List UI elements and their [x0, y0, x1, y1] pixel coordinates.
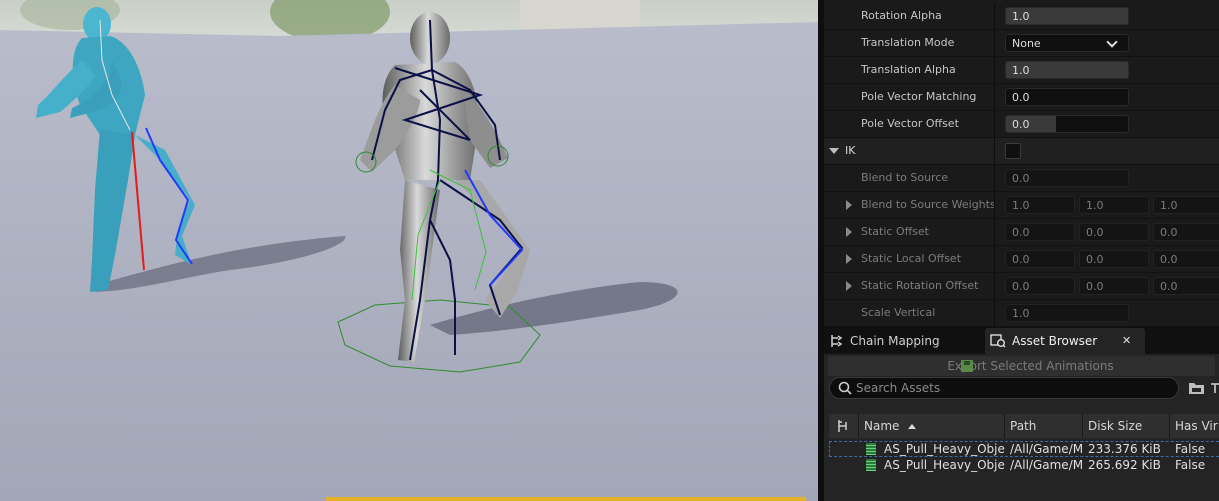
scale-vertical-field[interactable]: 1.0: [1005, 304, 1129, 322]
column-header-disk-size[interactable]: Disk Size: [1083, 414, 1170, 438]
static-offset-x-field[interactable]: 0.0: [1005, 223, 1075, 241]
ik-enable-checkbox[interactable]: [1005, 143, 1021, 159]
export-selected-animations-button[interactable]: Export Selected Animations: [828, 356, 1215, 376]
asset-has-virtual: False: [1175, 458, 1206, 472]
expand-arrow-icon[interactable]: [846, 254, 852, 264]
column-label: Disk Size: [1088, 419, 1143, 433]
tab-label: Chain Mapping: [850, 334, 940, 348]
static-local-offset-y-field[interactable]: 0.0: [1079, 250, 1149, 268]
property-row-static-rotation-offset: Static Rotation Offset 0.0 0.0 0.0: [824, 273, 1219, 300]
category-ik[interactable]: IK: [824, 138, 1219, 165]
expand-arrow-icon[interactable]: [829, 148, 839, 154]
static-offset-z-field[interactable]: 0.0: [1153, 223, 1219, 241]
pole-vector-offset-slider[interactable]: 0.0: [1005, 115, 1129, 133]
property-row-static-local-offset: Static Local Offset 0.0 0.0 0.0: [824, 246, 1219, 273]
tab-asset-browser[interactable]: Asset Browser ✕: [985, 328, 1145, 354]
property-row-blend-to-source: Blend to Source 0.0: [824, 165, 1219, 192]
property-row-pole-vector-matching: Pole Vector Matching 0.0: [824, 84, 1219, 111]
asset-disk-size: 233.376 KiB: [1088, 442, 1161, 456]
dropdown-value: None: [1012, 37, 1041, 50]
rotation-alpha-slider[interactable]: 1.0: [1005, 7, 1129, 25]
animation-sequence-icon: [866, 459, 876, 471]
tab-label: Asset Browser: [1012, 334, 1098, 348]
property-label: Translation Mode: [861, 36, 955, 49]
chain-mapping-icon: [831, 335, 843, 347]
close-icon[interactable]: ✕: [1122, 328, 1131, 354]
property-label: Pole Vector Matching: [861, 90, 977, 103]
sort-ascending-icon: [908, 424, 917, 429]
property-label: Translation Alpha: [861, 63, 956, 76]
property-label: Static Rotation Offset: [861, 279, 979, 292]
asset-name: AS_Pull_Heavy_Objec: [884, 458, 1005, 472]
viewport-scene: [0, 0, 818, 501]
column-options-header[interactable]: [829, 414, 859, 438]
property-label: Static Offset: [861, 225, 929, 238]
property-label: Blend to Source Weights: [861, 198, 996, 211]
search-icon: [838, 381, 852, 395]
table-row[interactable]: AS_Pull_Heavy_Objec /All/Game/M 233.376 …: [829, 441, 1219, 457]
property-row-translation-alpha: Translation Alpha 1.0: [824, 57, 1219, 84]
static-local-offset-z-field[interactable]: 0.0: [1153, 250, 1219, 268]
property-label: Pole Vector Offset: [861, 117, 959, 130]
static-rotation-offset-z-field[interactable]: 0.0: [1153, 277, 1219, 295]
property-label: Scale Vertical: [861, 306, 936, 319]
property-row-scale-vertical: Scale Vertical 1.0: [824, 300, 1219, 326]
static-rotation-offset-y-field[interactable]: 0.0: [1079, 277, 1149, 295]
column-label: Name: [864, 419, 900, 433]
column-label: Has Vir: [1175, 419, 1218, 433]
tab-chain-mapping[interactable]: Chain Mapping: [828, 328, 978, 354]
asset-browser-panel: Export Selected Animations Name Path Dis…: [824, 354, 1219, 501]
folder-icon[interactable]: [1188, 381, 1206, 395]
property-label: Blend to Source: [861, 171, 949, 184]
viewport[interactable]: [0, 0, 818, 501]
search-box[interactable]: [829, 377, 1179, 399]
expand-arrow-icon[interactable]: [846, 227, 852, 237]
weights-x-field[interactable]: 1.0: [1005, 196, 1075, 214]
property-row-translation-mode: Translation Mode None: [824, 30, 1219, 57]
asset-path: /All/Game/M: [1010, 442, 1083, 456]
weights-z-field[interactable]: 1.0: [1153, 196, 1219, 214]
static-local-offset-x-field[interactable]: 0.0: [1005, 250, 1075, 268]
static-offset-y-field[interactable]: 0.0: [1079, 223, 1149, 241]
save-icon: [961, 360, 973, 372]
chevron-down-icon: [1106, 36, 1118, 48]
table-row[interactable]: AS_Pull_Heavy_Objec /All/Game/M 265.692 …: [829, 457, 1219, 473]
column-options-icon: [838, 420, 847, 432]
property-row-static-offset: Static Offset 0.0 0.0 0.0: [824, 219, 1219, 246]
search-input[interactable]: [856, 379, 1156, 397]
property-row-rotation-alpha: Rotation Alpha 1.0: [824, 3, 1219, 30]
pole-vector-matching-field[interactable]: 0.0: [1005, 88, 1129, 106]
column-header-path[interactable]: Path: [1005, 414, 1083, 438]
property-label: Rotation Alpha: [861, 9, 942, 22]
asset-disk-size: 265.692 KiB: [1088, 458, 1161, 472]
tab-bar: Chain Mapping Asset Browser ✕: [824, 326, 1219, 354]
category-label: IK: [845, 144, 856, 157]
selection-highlight-bar: [326, 497, 806, 501]
property-row-pole-vector-offset: Pole Vector Offset 0.0: [824, 111, 1219, 138]
weights-y-field[interactable]: 1.0: [1079, 196, 1149, 214]
expand-arrow-icon[interactable]: [846, 200, 852, 210]
translation-alpha-slider[interactable]: 1.0: [1005, 61, 1129, 79]
property-label: Static Local Offset: [861, 252, 962, 265]
static-rotation-offset-x-field[interactable]: 0.0: [1005, 277, 1075, 295]
column-label: Path: [1010, 419, 1037, 433]
asset-path: /All/Game/M: [1010, 458, 1083, 472]
column-header-has-virtual[interactable]: Has Vir: [1170, 414, 1219, 438]
expand-arrow-icon[interactable]: [846, 281, 852, 291]
asset-browser-icon: [990, 334, 1006, 348]
asset-name: AS_Pull_Heavy_Objec: [884, 442, 1005, 456]
animation-sequence-icon: [866, 443, 876, 455]
asset-has-virtual: False: [1175, 442, 1206, 456]
blend-to-source-field[interactable]: 0.0: [1005, 169, 1129, 187]
details-panel: Rotation Alpha 1.0 Translation Mode None…: [824, 0, 1219, 326]
column-header-name[interactable]: Name: [859, 414, 1005, 438]
property-row-blend-to-source-weights: Blend to Source Weights 1.0 1.0 1.0: [824, 192, 1219, 219]
filter-icon[interactable]: [1210, 381, 1219, 395]
translation-mode-dropdown[interactable]: None: [1005, 34, 1129, 52]
